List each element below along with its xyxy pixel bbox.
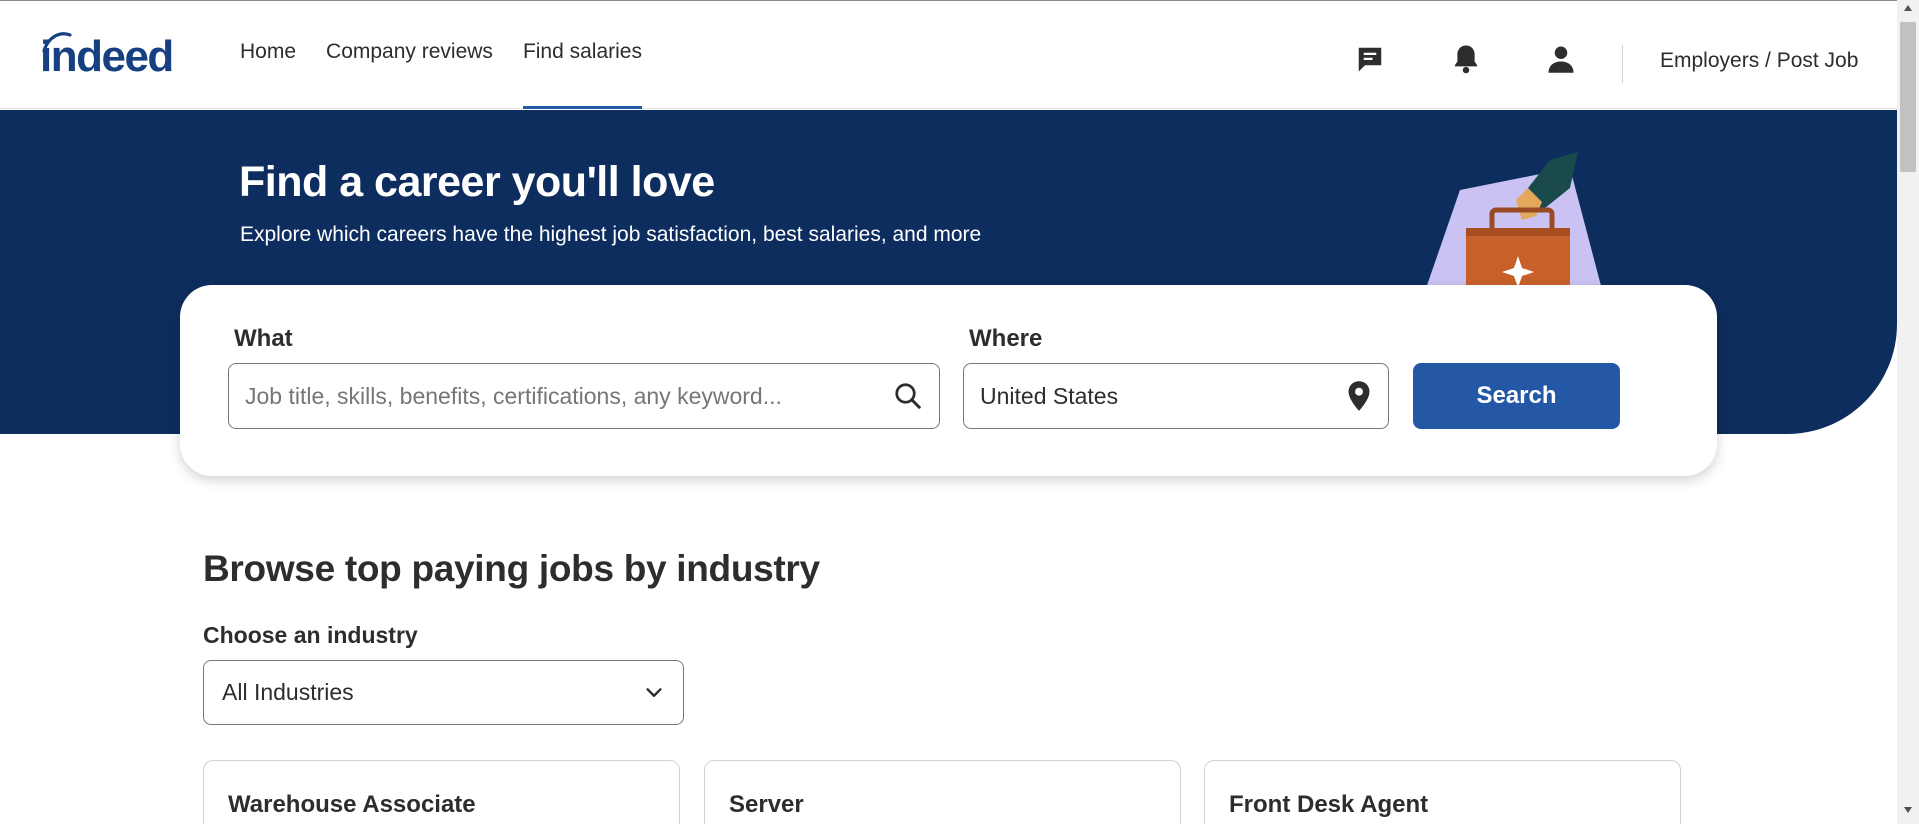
where-value: United States	[980, 382, 1119, 409]
search-card: What Job title, skills, benefits, certif…	[180, 285, 1717, 476]
what-placeholder: Job title, skills, benefits, certificati…	[245, 382, 782, 409]
notifications-bell-icon[interactable]	[1448, 41, 1484, 77]
industry-selected-value: All Industries	[222, 679, 354, 705]
chevron-down-icon	[646, 687, 662, 697]
site-header: indeed Home Company reviews Find salarie…	[0, 1, 1897, 109]
nav-company-reviews[interactable]: Company reviews	[311, 1, 508, 109]
browse-industry-heading: Browse top paying jobs by industry	[203, 548, 820, 589]
hero-subtitle: Explore which careers have the highest j…	[240, 223, 982, 246]
where-input[interactable]: United States	[963, 363, 1389, 429]
scrollbar-thumb[interactable]	[1900, 22, 1916, 172]
page-scrollbar[interactable]	[1897, 0, 1919, 824]
hero-title: Find a career you'll love	[239, 158, 715, 206]
main-nav: Home Company reviews Find salaries	[225, 1, 657, 109]
job-card-title: Server	[729, 791, 804, 818]
job-card-title: Warehouse Associate	[228, 791, 476, 818]
profile-icon[interactable]	[1543, 41, 1579, 77]
search-button[interactable]: Search	[1413, 363, 1620, 429]
job-card-title: Front Desk Agent	[1229, 791, 1429, 818]
search-icon	[895, 383, 921, 409]
location-pin-icon	[1348, 381, 1370, 411]
where-label: Where	[969, 325, 1043, 352]
choose-industry-label: Choose an industry	[203, 622, 418, 648]
scroll-up-arrow-icon[interactable]	[1897, 4, 1919, 18]
scroll-down-arrow-icon[interactable]	[1897, 806, 1919, 820]
nav-find-salaries[interactable]: Find salaries	[508, 1, 657, 109]
job-card-front-desk-agent[interactable]: Front Desk Agent	[1204, 760, 1681, 824]
indeed-logo[interactable]: indeed	[40, 29, 174, 79]
employers-post-job-link[interactable]: Employers / Post Job	[1660, 49, 1858, 73]
nav-home[interactable]: Home	[225, 1, 311, 109]
job-card-warehouse-associate[interactable]: Warehouse Associate	[203, 760, 680, 824]
what-input[interactable]: Job title, skills, benefits, certificati…	[228, 363, 940, 429]
messages-icon[interactable]	[1352, 41, 1388, 77]
job-card-server[interactable]: Server	[704, 760, 1181, 824]
what-label: What	[234, 325, 293, 352]
logo-arc-icon	[42, 32, 72, 53]
industry-select[interactable]: All Industries	[203, 660, 684, 725]
header-divider	[1622, 45, 1623, 83]
